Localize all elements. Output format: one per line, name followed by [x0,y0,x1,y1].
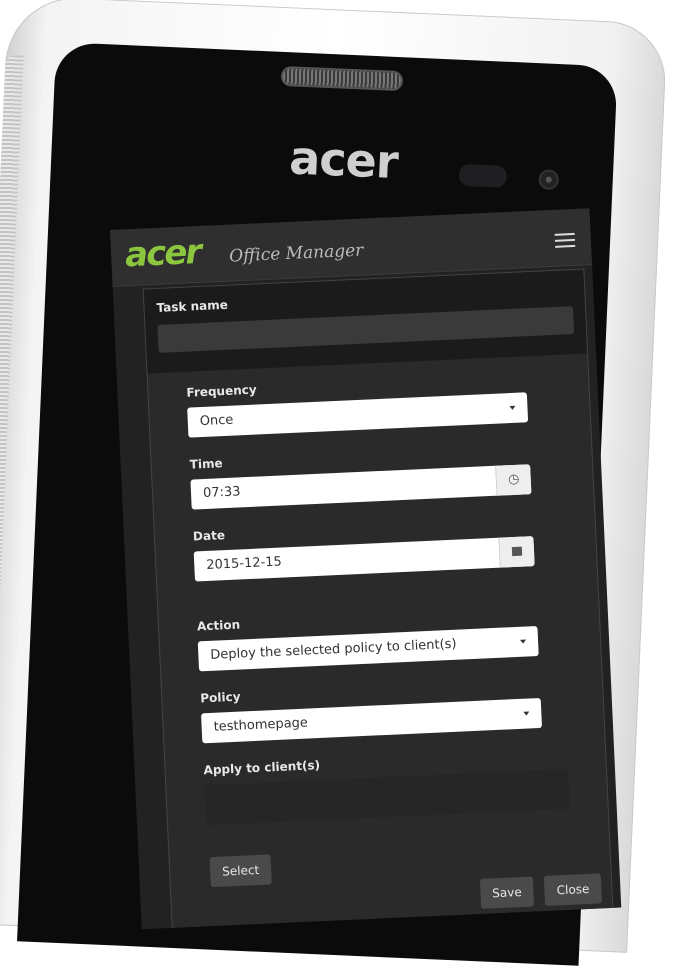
speaker-grille [280,65,404,92]
action-select[interactable]: Deploy the selected policy to client(s) [197,626,539,672]
proximity-sensor [458,163,508,188]
policy-value: testhomepage [213,715,309,735]
client-list [204,768,570,826]
frequency-value: Once [199,412,234,430]
policy-select[interactable]: testhomepage [201,697,543,744]
select-row: Select [209,854,272,888]
time-value: 07:33 [202,484,241,502]
action-value: Deploy the selected policy to client(s) [210,636,457,663]
chevron-down-icon [520,639,527,644]
policy-field: Policy testhomepage [200,675,566,744]
calendar-icon[interactable] [498,536,535,568]
hamburger-menu-icon[interactable] [554,232,576,248]
select-button[interactable]: Select [209,854,272,888]
clock-icon[interactable]: ◷ [495,464,532,496]
time-input[interactable]: 07:33 ◷ [190,464,532,510]
time-field: Time 07:33 ◷ [189,441,555,510]
app-title: Office Manager [228,240,364,267]
brand-logo: acer [124,231,201,276]
date-input[interactable]: 2015-12-15 [193,536,535,582]
task-name-input[interactable] [157,306,575,353]
save-button[interactable]: Save [479,876,535,909]
apply-field: Apply to client(s) [203,747,570,826]
chevron-down-icon [523,711,530,716]
frequency-select[interactable]: Once [187,392,529,438]
frequency-field: Frequency Once [186,369,552,438]
task-form: Frequency Once Time 07:33 ◷ Date 2015-12… [148,353,610,860]
date-value: 2015-12-15 [205,554,283,573]
device-logo: acer [288,130,399,190]
phone-side-edge [0,54,24,915]
app-screen: acer Office Manager Task name Frequency … [110,208,622,930]
dialog-footer: Save Close [474,873,603,909]
task-dialog: Task name Frequency Once Time 07:33 ◷ Da… [142,268,614,930]
date-field: Date 2015-12-15 [193,513,559,582]
close-button[interactable]: Close [544,873,603,906]
front-camera-icon [538,169,560,191]
chevron-down-icon [509,405,516,411]
